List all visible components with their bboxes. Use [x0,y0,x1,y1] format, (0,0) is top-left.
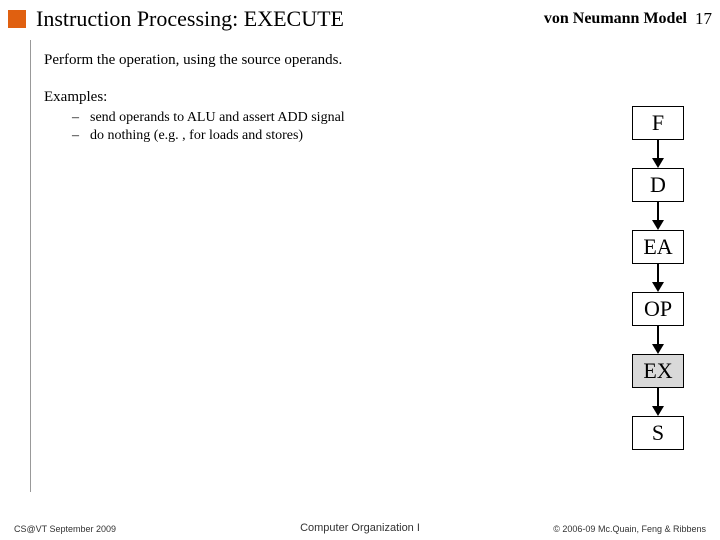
stage-ex: EX [632,354,684,388]
footer-left: CS@VT September 2009 [14,524,116,534]
footer-right: © 2006-09 Mc.Quain, Feng & Ribbens [553,524,706,534]
arrow-down-icon [652,202,664,230]
body-text: Perform the operation, using the source … [30,34,690,144]
arrow-down-icon [652,140,664,168]
list-item: send operands to ALU and assert ADD sign… [90,110,690,126]
examples-label: Examples: [44,89,690,106]
stage-f: F [632,106,684,140]
content-area: Perform the operation, using the source … [0,34,720,496]
arrow-down-icon [652,264,664,292]
slide-title: Instruction Processing: EXECUTE [36,6,544,32]
footer-center: Computer Organization I [300,522,420,534]
title-bullet-icon [8,10,26,28]
examples-list: send operands to ALU and assert ADD sign… [44,110,690,144]
pipeline-column: F D EA OP EX S [632,106,684,450]
slide-footer: CS@VT September 2009 Computer Organizati… [0,524,720,534]
stage-s: S [632,416,684,450]
page-number: 17 [695,9,712,29]
slide-subtitle: von Neumann Model [544,10,687,28]
stage-op: OP [632,292,684,326]
perform-text: Perform the operation, using the source … [44,52,690,69]
slide-header: Instruction Processing: EXECUTE von Neum… [0,0,720,34]
vertical-rule [30,40,31,492]
arrow-down-icon [652,326,664,354]
stage-d: D [632,168,684,202]
arrow-down-icon [652,388,664,416]
list-item: do nothing (e.g. , for loads and stores) [90,128,690,144]
stage-ea: EA [632,230,684,264]
